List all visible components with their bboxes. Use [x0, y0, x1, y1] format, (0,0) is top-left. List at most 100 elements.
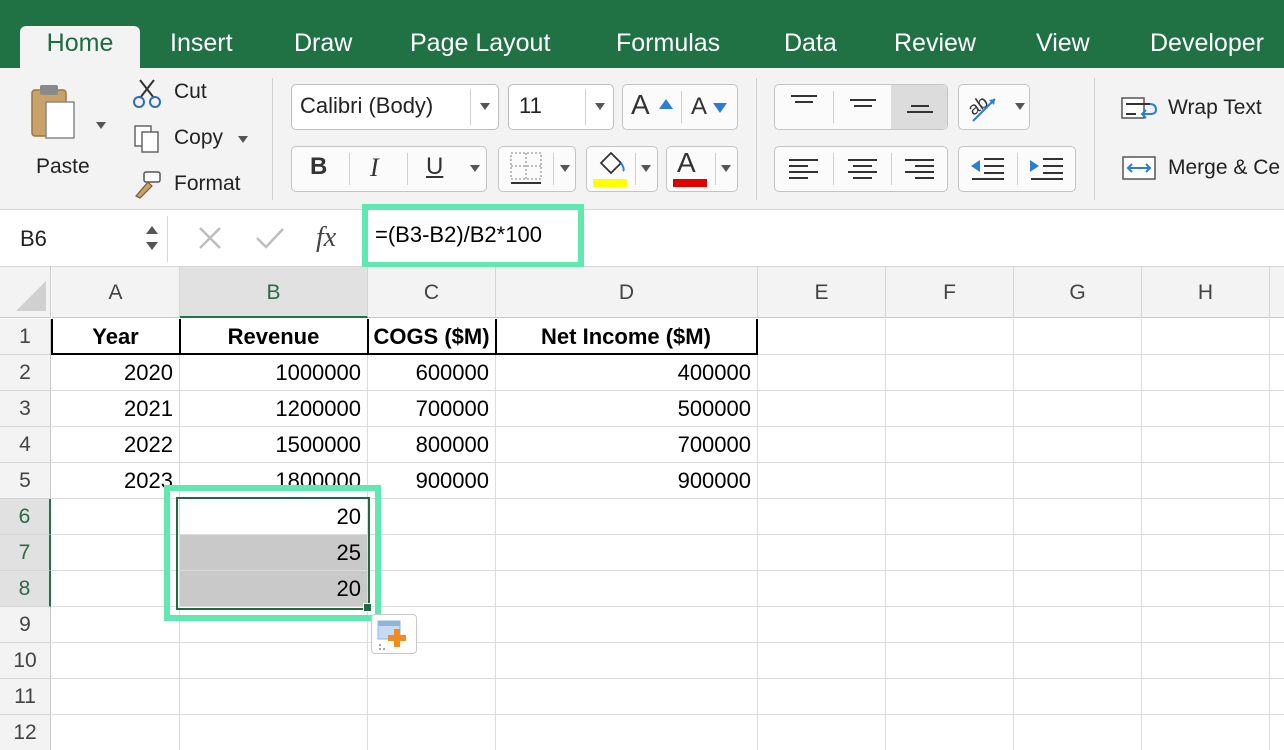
- empty-cell[interactable]: [886, 571, 1014, 607]
- align-top-button[interactable]: [775, 85, 833, 129]
- increase-indent-button[interactable]: [1018, 147, 1076, 191]
- underline-dropdown-icon[interactable]: [470, 165, 480, 172]
- cell-b4[interactable]: 1500000: [180, 427, 368, 463]
- cell-d1[interactable]: Net Income ($M): [496, 319, 758, 355]
- empty-cell[interactable]: [496, 643, 758, 679]
- empty-cell[interactable]: [758, 643, 886, 679]
- empty-cell[interactable]: [758, 571, 886, 607]
- paste-dropdown-icon[interactable]: [96, 122, 106, 129]
- empty-cell[interactable]: [886, 427, 1014, 463]
- cancel-icon[interactable]: [196, 224, 224, 252]
- checkmark-icon[interactable]: [254, 224, 286, 252]
- cell-c3[interactable]: 700000: [368, 391, 496, 427]
- empty-cell[interactable]: [758, 715, 886, 750]
- paste-button[interactable]: Paste: [22, 80, 112, 190]
- decrease-font-size-button[interactable]: A: [683, 85, 739, 129]
- copy-button[interactable]: Copy: [132, 124, 250, 156]
- empty-cell[interactable]: [180, 679, 368, 715]
- row-header-3[interactable]: 3: [0, 391, 51, 427]
- empty-cell[interactable]: [1270, 643, 1284, 679]
- empty-cell[interactable]: [1270, 607, 1284, 643]
- wrap-text-button[interactable]: Wrap Text: [1120, 94, 1284, 126]
- tab-review[interactable]: Review: [894, 26, 976, 68]
- empty-cell[interactable]: [1014, 355, 1142, 391]
- column-header-i[interactable]: [1270, 267, 1284, 318]
- tab-view[interactable]: View: [1036, 26, 1090, 68]
- row-header-8[interactable]: 8: [0, 571, 51, 607]
- column-header-h[interactable]: H: [1142, 267, 1270, 318]
- select-all-button[interactable]: [0, 267, 51, 318]
- empty-cell[interactable]: [1014, 607, 1142, 643]
- empty-cell[interactable]: [1270, 715, 1284, 750]
- font-name-dropdown[interactable]: Calibri (Body): [291, 84, 499, 130]
- bold-button[interactable]: B: [292, 147, 348, 191]
- empty-cell[interactable]: [1270, 355, 1284, 391]
- empty-cell[interactable]: [1014, 643, 1142, 679]
- empty-cell[interactable]: [496, 571, 758, 607]
- empty-cell[interactable]: [886, 679, 1014, 715]
- empty-cell[interactable]: [180, 715, 368, 750]
- empty-cell[interactable]: [1270, 427, 1284, 463]
- align-center-button[interactable]: [834, 147, 891, 191]
- fill-color-button[interactable]: [586, 146, 658, 192]
- insert-function-button[interactable]: fx: [314, 218, 354, 258]
- empty-cell[interactable]: [52, 607, 180, 643]
- row-header-2[interactable]: 2: [0, 355, 51, 391]
- empty-cell[interactable]: [368, 679, 496, 715]
- empty-cell[interactable]: [52, 643, 180, 679]
- empty-cell[interactable]: [1014, 463, 1142, 499]
- empty-cell[interactable]: [758, 319, 886, 355]
- empty-cell[interactable]: [1142, 679, 1270, 715]
- empty-cell[interactable]: [1142, 427, 1270, 463]
- empty-cell[interactable]: [496, 715, 758, 750]
- cell-a3[interactable]: 2021: [52, 391, 180, 427]
- empty-cell[interactable]: [758, 427, 886, 463]
- empty-cell[interactable]: [886, 391, 1014, 427]
- empty-cell[interactable]: [1142, 643, 1270, 679]
- italic-button[interactable]: I: [350, 147, 406, 191]
- tab-insert[interactable]: Insert: [170, 26, 233, 68]
- empty-cell[interactable]: [1142, 607, 1270, 643]
- empty-cell[interactable]: [886, 715, 1014, 750]
- orientation-button[interactable]: ab: [958, 84, 1030, 130]
- empty-cell[interactable]: [368, 499, 496, 535]
- empty-cell[interactable]: [886, 607, 1014, 643]
- empty-cell[interactable]: [1014, 535, 1142, 571]
- row-header-11[interactable]: 11: [0, 679, 51, 715]
- name-box[interactable]: B6: [8, 216, 168, 262]
- underline-button[interactable]: U: [408, 147, 464, 191]
- font-color-button[interactable]: A: [666, 146, 738, 192]
- empty-cell[interactable]: [758, 607, 886, 643]
- empty-cell[interactable]: [886, 463, 1014, 499]
- increase-font-size-button[interactable]: A: [623, 85, 681, 129]
- empty-cell[interactable]: [1014, 571, 1142, 607]
- empty-cell[interactable]: [368, 715, 496, 750]
- stepper-icon[interactable]: [144, 222, 160, 254]
- empty-cell[interactable]: [886, 535, 1014, 571]
- align-bottom-button[interactable]: [891, 85, 947, 129]
- row-header-5[interactable]: 5: [0, 463, 51, 499]
- cell-c2[interactable]: 600000: [368, 355, 496, 391]
- empty-cell[interactable]: [368, 535, 496, 571]
- empty-cell[interactable]: [496, 535, 758, 571]
- row-header-6[interactable]: 6: [0, 499, 51, 535]
- row-header-4[interactable]: 4: [0, 427, 51, 463]
- align-right-button[interactable]: [892, 147, 948, 191]
- row-header-12[interactable]: 12: [0, 715, 51, 750]
- format-painter-button[interactable]: Format: [132, 170, 250, 202]
- auto-fill-options-button[interactable]: [371, 614, 417, 654]
- empty-cell[interactable]: [758, 391, 886, 427]
- empty-cell[interactable]: [1142, 499, 1270, 535]
- cell-b1[interactable]: Revenue: [180, 319, 368, 355]
- formula-input[interactable]: =(B3-B2)/B2*100: [362, 204, 584, 268]
- empty-cell[interactable]: [886, 643, 1014, 679]
- empty-cell[interactable]: [1142, 391, 1270, 427]
- empty-cell[interactable]: [1270, 391, 1284, 427]
- cut-button[interactable]: Cut: [132, 78, 242, 110]
- cell-c4[interactable]: 800000: [368, 427, 496, 463]
- cell-a5[interactable]: 2023: [52, 463, 180, 499]
- empty-cell[interactable]: [886, 499, 1014, 535]
- cell-d2[interactable]: 400000: [496, 355, 758, 391]
- row-header-7[interactable]: 7: [0, 535, 51, 571]
- tab-developer[interactable]: Developer: [1150, 26, 1264, 68]
